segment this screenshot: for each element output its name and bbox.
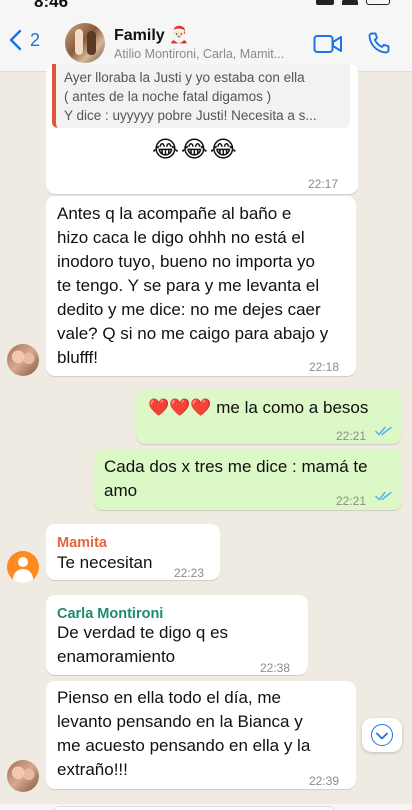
battery-icon bbox=[366, 0, 390, 5]
video-camera-icon bbox=[313, 35, 342, 53]
message-line: Antes q la acompañe al baño e bbox=[57, 204, 292, 223]
message-text: De verdad te digo q es enamoramiento bbox=[57, 621, 228, 669]
back-button[interactable]: 2 bbox=[8, 29, 40, 51]
status-icons bbox=[316, 0, 390, 5]
message-line: Pienso en ella todo el día, me bbox=[57, 688, 281, 707]
message-line: hizo caca le digo ohhh no está el bbox=[57, 228, 305, 247]
group-avatar[interactable] bbox=[65, 23, 105, 63]
message-text: Cada dos x tres me dice : mamá te amo bbox=[104, 455, 368, 503]
message-emojis: 😂😂😂 bbox=[152, 136, 239, 162]
message-bubble[interactable]: Antes q la acompañe al baño e hizo caca … bbox=[46, 196, 356, 376]
message-bubble[interactable]: Mamita Te necesitan 22:23 bbox=[46, 524, 220, 580]
message-line: inodoro tuyo, bueno no importa yo bbox=[57, 252, 316, 271]
message-line: levanto pensando en la Bianca y bbox=[57, 712, 303, 731]
status-time: 8:46 bbox=[34, 0, 69, 11]
message-time: 22:17 bbox=[308, 177, 339, 191]
quoted-line: ( antes de la noche fatal digamos ) bbox=[64, 89, 272, 104]
message-text: ❤️❤️❤️ me la como a besos bbox=[148, 398, 369, 417]
chat-title[interactable]: Family 🎅🏻 bbox=[114, 25, 189, 45]
status-bar: 8:46 bbox=[0, 0, 412, 14]
message-line: te tengo. Y se para y me levanta el bbox=[57, 276, 320, 295]
chevron-left-icon bbox=[9, 29, 22, 51]
message-line: vale? Q si no me caigo para abajo y bbox=[57, 324, 329, 343]
message-bubble[interactable]: Ayer lloraba la Justi y yo estaba con el… bbox=[46, 64, 358, 194]
quoted-message[interactable]: Ayer lloraba la Justi y yo estaba con el… bbox=[52, 64, 350, 128]
message-bubble[interactable]: Pienso en ella todo el día, me levanto p… bbox=[46, 681, 356, 789]
message-time: 22:39 bbox=[309, 774, 340, 788]
video-call-button[interactable] bbox=[313, 33, 343, 60]
message-list[interactable]: Ayer lloraba la Justi y yo estaba con el… bbox=[0, 64, 412, 810]
message-time: 22:21 bbox=[336, 494, 367, 508]
message-text: Te necesitan bbox=[57, 553, 153, 572]
read-ticks-icon bbox=[375, 491, 392, 501]
sender-avatar[interactable] bbox=[7, 551, 39, 583]
message-time: 22:38 bbox=[260, 661, 291, 675]
chevron-down-icon bbox=[376, 732, 388, 740]
composer-bar bbox=[0, 804, 412, 810]
sender-avatar[interactable] bbox=[7, 760, 39, 792]
signal-icon bbox=[316, 0, 334, 5]
quoted-line: Ayer lloraba la Justi y yo estaba con el… bbox=[64, 70, 305, 85]
message-bubble-outgoing[interactable]: ❤️❤️❤️ me la como a besos 22:21 bbox=[136, 390, 402, 444]
person-icon bbox=[18, 557, 28, 567]
wifi-icon bbox=[342, 0, 358, 5]
scroll-to-bottom-button[interactable] bbox=[362, 718, 402, 752]
sender-avatar[interactable] bbox=[7, 344, 39, 376]
message-text: Pienso en ella todo el día, me levanto p… bbox=[57, 686, 355, 782]
message-bubble[interactable]: Carla Montironi De verdad te digo q es e… bbox=[46, 595, 308, 675]
read-ticks-icon bbox=[375, 426, 392, 436]
message-time: 22:23 bbox=[174, 566, 205, 580]
message-bubble-outgoing[interactable]: Cada dos x tres me dice : mamá te amo 22… bbox=[94, 450, 402, 510]
quoted-line: Y dice : uyyyyy pobre Justi! Necesita a … bbox=[64, 108, 317, 123]
chat-participants[interactable]: Atilio Montironi, Carla, Mamit... bbox=[114, 47, 284, 61]
message-line: De verdad te digo q es bbox=[57, 623, 229, 642]
message-line: amo bbox=[104, 481, 138, 500]
message-line: enamoramiento bbox=[57, 647, 176, 666]
voice-call-button[interactable] bbox=[367, 31, 391, 60]
message-text: Antes q la acompañe al baño e hizo caca … bbox=[57, 202, 355, 370]
message-time: 22:18 bbox=[309, 360, 340, 374]
message-line: Cada dos x tres me dice : mamá te bbox=[104, 457, 368, 476]
message-line: dedito y me dice: no me dejes caer bbox=[57, 300, 321, 319]
message-time: 22:21 bbox=[336, 429, 367, 443]
phone-icon bbox=[368, 32, 390, 54]
message-input[interactable] bbox=[54, 806, 334, 810]
unread-count: 2 bbox=[30, 29, 41, 50]
message-line: me acuesto pensando en ella y la bbox=[57, 736, 311, 755]
